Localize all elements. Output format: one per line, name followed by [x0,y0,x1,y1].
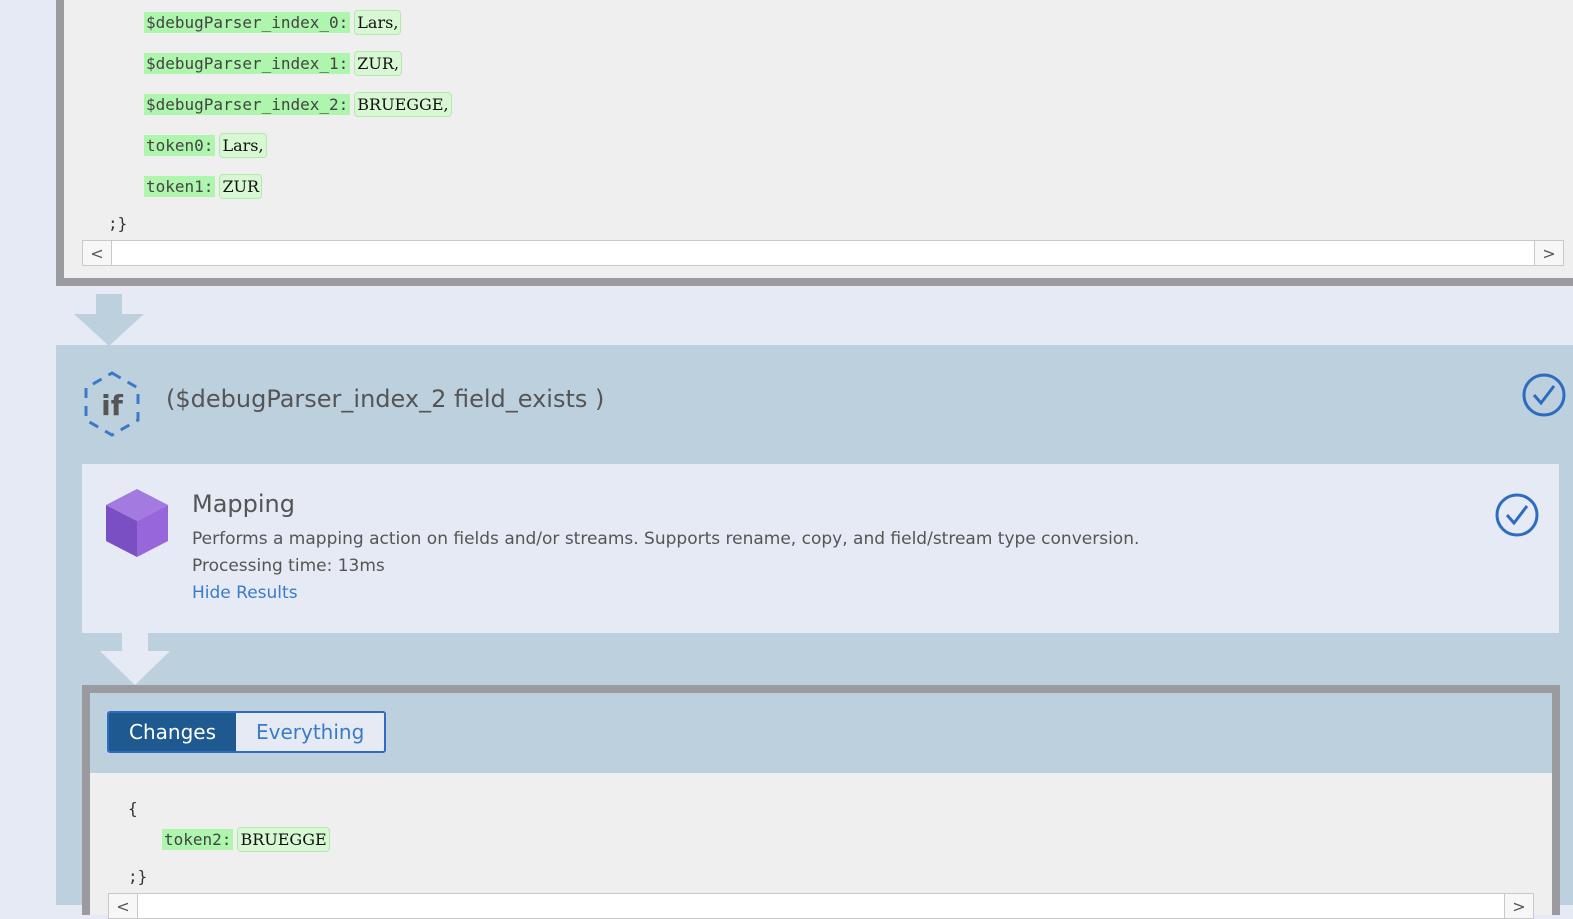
tab-everything[interactable]: Everything [236,713,385,751]
result-field-row: $debugParser_index_0: Lars, [144,8,402,36]
field-value: Lars, [219,132,267,158]
field-value: BRUEGGE [237,826,330,852]
purple-cube-icon [106,489,168,557]
previous-step-results-panel: { $debugParser_index_0: Lars, $debugPars… [56,0,1573,286]
field-key: token0: [144,134,216,156]
if-condition-text: ($debugParser_index_2 field_exists ) [166,385,605,413]
if-hexagon-icon: if [84,371,140,437]
tab-changes[interactable]: Changes [109,713,236,751]
field-key: $debugParser_index_1: [144,52,351,74]
field-key: token1: [144,175,216,197]
scroll-left-button[interactable]: < [83,241,112,265]
open-brace: { [128,799,138,818]
horizontal-scrollbar[interactable]: < > [82,240,1564,266]
result-field-row: token2: BRUEGGE [162,825,330,853]
flow-arrow-icon [74,294,144,346]
results-view-tabs: Changes Everything [107,711,387,753]
flow-arrow-icon [100,633,170,685]
hide-results-link[interactable]: Hide Results [192,583,298,603]
open-brace: { [108,0,118,1]
results-header: Changes Everything [90,693,1552,773]
mapping-results-panel: Changes Everything { token2: BRUEGGE ;} … [82,685,1560,919]
scroll-right-button[interactable]: > [1504,894,1533,918]
scroll-left-button[interactable]: < [109,894,138,918]
result-field-row: $debugParser_index_2: BRUEGGE, [144,90,452,118]
result-field-row: token0: Lars, [144,131,267,159]
field-value: BRUEGGE, [354,91,452,117]
field-value: ZUR [219,173,263,199]
result-field-row: token1: ZUR [144,172,263,200]
processing-time: Processing time: 13ms [192,556,385,576]
svg-text:if: if [101,389,124,422]
field-key: token2: [162,828,234,850]
check-circle-icon [1522,373,1566,417]
mapping-description: Performs a mapping action on fields and/… [192,529,1140,549]
field-key: $debugParser_index_2: [144,93,351,115]
result-field-row: $debugParser_index_1: ZUR, [144,49,403,77]
close-brace: ;} [108,214,128,233]
field-key: $debugParser_index_0: [144,11,351,33]
field-value: ZUR, [354,50,403,76]
mapping-title: Mapping [192,490,295,518]
close-brace: ;} [128,867,148,886]
scroll-right-button[interactable]: > [1534,241,1563,265]
horizontal-scrollbar[interactable]: < > [108,893,1534,919]
field-value: Lars, [354,9,402,35]
check-circle-icon [1495,493,1539,537]
